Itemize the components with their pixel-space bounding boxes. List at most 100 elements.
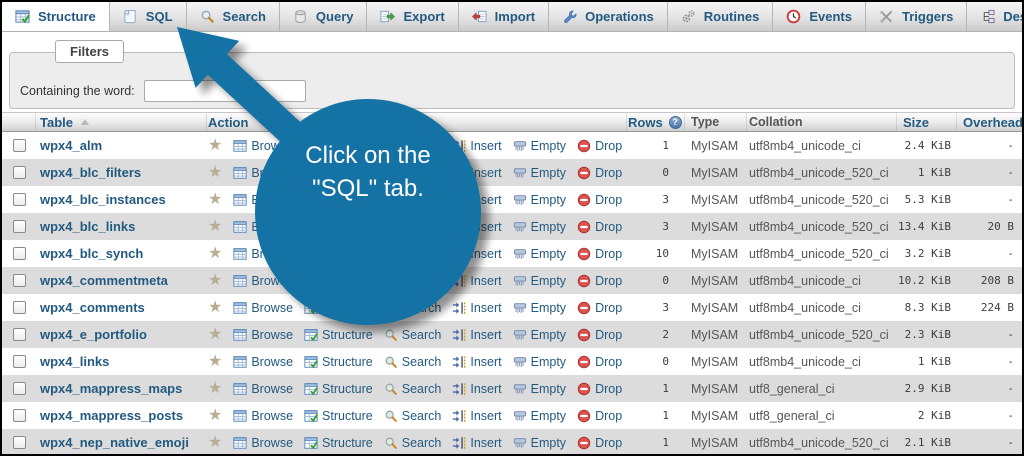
- insert-link[interactable]: Insert: [452, 247, 502, 261]
- structure-link[interactable]: Structure: [304, 382, 373, 396]
- search-link[interactable]: Search: [384, 274, 441, 288]
- drop-link[interactable]: Drop: [577, 247, 622, 261]
- search-link[interactable]: Search: [384, 301, 441, 315]
- tab-structure[interactable]: Structure: [2, 2, 110, 31]
- table-name-link[interactable]: wpx4_blc_links: [40, 219, 135, 234]
- drop-link[interactable]: Drop: [577, 220, 622, 234]
- drop-link[interactable]: Drop: [577, 328, 622, 342]
- header-table[interactable]: Table: [36, 113, 207, 131]
- browse-link[interactable]: Browse: [233, 409, 293, 423]
- favorite-star-icon[interactable]: ★: [208, 272, 222, 289]
- insert-link[interactable]: Insert: [452, 166, 502, 180]
- favorite-star-icon[interactable]: ★: [208, 326, 222, 343]
- help-icon[interactable]: ?: [668, 115, 682, 129]
- empty-link[interactable]: Empty: [513, 301, 566, 315]
- browse-link[interactable]: Browse: [233, 355, 293, 369]
- favorite-star-icon[interactable]: ★: [208, 353, 222, 370]
- table-name-link[interactable]: wpx4_nep_native_emoji: [40, 435, 189, 450]
- structure-link[interactable]: Structure: [304, 193, 373, 207]
- insert-link[interactable]: Insert: [452, 409, 502, 423]
- insert-link[interactable]: Insert: [452, 220, 502, 234]
- row-checkbox[interactable]: [12, 193, 26, 206]
- empty-link[interactable]: Empty: [513, 166, 566, 180]
- empty-link[interactable]: Empty: [513, 139, 566, 153]
- row-checkbox[interactable]: [12, 247, 26, 260]
- search-link[interactable]: Search: [384, 355, 441, 369]
- search-link[interactable]: Search: [384, 193, 441, 207]
- favorite-star-icon[interactable]: ★: [208, 245, 222, 262]
- drop-link[interactable]: Drop: [577, 409, 622, 423]
- structure-link[interactable]: Structure: [304, 436, 373, 450]
- favorite-star-icon[interactable]: ★: [208, 137, 222, 154]
- table-name-link[interactable]: wpx4_e_portfolio: [40, 327, 147, 342]
- browse-link[interactable]: Browse: [233, 274, 293, 288]
- insert-link[interactable]: Insert: [452, 274, 502, 288]
- search-link[interactable]: Search: [384, 220, 441, 234]
- insert-link[interactable]: Insert: [452, 355, 502, 369]
- tab-events[interactable]: Events: [773, 2, 866, 31]
- tab-export[interactable]: Export: [367, 2, 459, 31]
- favorite-star-icon[interactable]: ★: [208, 407, 222, 424]
- empty-link[interactable]: Empty: [513, 328, 566, 342]
- tab-sql[interactable]: SQL: [110, 2, 187, 31]
- table-name-link[interactable]: wpx4_blc_filters: [40, 165, 141, 180]
- table-name-link[interactable]: wpx4_commentmeta: [40, 273, 168, 288]
- structure-link[interactable]: Structure: [304, 301, 373, 315]
- containing-word-input[interactable]: [143, 80, 306, 102]
- structure-link[interactable]: Structure: [304, 409, 373, 423]
- search-link[interactable]: Search: [384, 328, 441, 342]
- row-checkbox[interactable]: [12, 409, 26, 422]
- tab-operations[interactable]: Operations: [549, 2, 668, 31]
- row-checkbox[interactable]: [12, 301, 26, 314]
- insert-link[interactable]: Insert: [452, 193, 502, 207]
- drop-link[interactable]: Drop: [577, 355, 622, 369]
- tab-search[interactable]: Search: [187, 2, 280, 31]
- favorite-star-icon[interactable]: ★: [208, 164, 222, 181]
- empty-link[interactable]: Empty: [513, 409, 566, 423]
- empty-link[interactable]: Empty: [513, 247, 566, 261]
- table-name-link[interactable]: wpx4_blc_instances: [40, 192, 166, 207]
- search-link[interactable]: Search: [384, 139, 441, 153]
- drop-link[interactable]: Drop: [577, 193, 622, 207]
- table-name-link[interactable]: wpx4_mappress_maps: [40, 381, 182, 396]
- browse-link[interactable]: Browse: [233, 220, 293, 234]
- drop-link[interactable]: Drop: [577, 382, 622, 396]
- tab-import[interactable]: Import: [459, 2, 550, 31]
- structure-link[interactable]: Structure: [304, 328, 373, 342]
- table-name-link[interactable]: wpx4_alm: [40, 138, 102, 153]
- empty-link[interactable]: Empty: [513, 382, 566, 396]
- search-link[interactable]: Search: [384, 166, 441, 180]
- insert-link[interactable]: Insert: [452, 382, 502, 396]
- favorite-star-icon[interactable]: ★: [208, 299, 222, 316]
- row-checkbox[interactable]: [12, 220, 26, 233]
- row-checkbox[interactable]: [12, 166, 26, 179]
- tab-designer[interactable]: Designer: [967, 2, 1022, 31]
- structure-link[interactable]: Structure: [304, 220, 373, 234]
- favorite-star-icon[interactable]: ★: [208, 380, 222, 397]
- row-checkbox[interactable]: [12, 382, 26, 395]
- empty-link[interactable]: Empty: [513, 220, 566, 234]
- structure-link[interactable]: Structure: [304, 247, 373, 261]
- insert-link[interactable]: Insert: [452, 436, 502, 450]
- empty-link[interactable]: Empty: [513, 193, 566, 207]
- drop-link[interactable]: Drop: [577, 274, 622, 288]
- drop-link[interactable]: Drop: [577, 301, 622, 315]
- structure-link[interactable]: Structure: [304, 355, 373, 369]
- search-link[interactable]: Search: [384, 409, 441, 423]
- empty-link[interactable]: Empty: [513, 274, 566, 288]
- row-checkbox[interactable]: [12, 328, 26, 341]
- insert-link[interactable]: Insert: [452, 328, 502, 342]
- table-name-link[interactable]: wpx4_mappress_posts: [40, 408, 183, 423]
- favorite-star-icon[interactable]: ★: [208, 218, 222, 235]
- search-link[interactable]: Search: [384, 382, 441, 396]
- browse-link[interactable]: Browse: [233, 247, 293, 261]
- drop-link[interactable]: Drop: [577, 436, 622, 450]
- row-checkbox[interactable]: [12, 139, 26, 152]
- browse-link[interactable]: Browse: [233, 382, 293, 396]
- browse-link[interactable]: Browse: [233, 328, 293, 342]
- tab-triggers[interactable]: Triggers: [866, 2, 968, 31]
- browse-link[interactable]: Browse: [233, 301, 293, 315]
- search-link[interactable]: Search: [384, 247, 441, 261]
- favorite-star-icon[interactable]: ★: [208, 191, 222, 208]
- browse-link[interactable]: Browse: [233, 193, 293, 207]
